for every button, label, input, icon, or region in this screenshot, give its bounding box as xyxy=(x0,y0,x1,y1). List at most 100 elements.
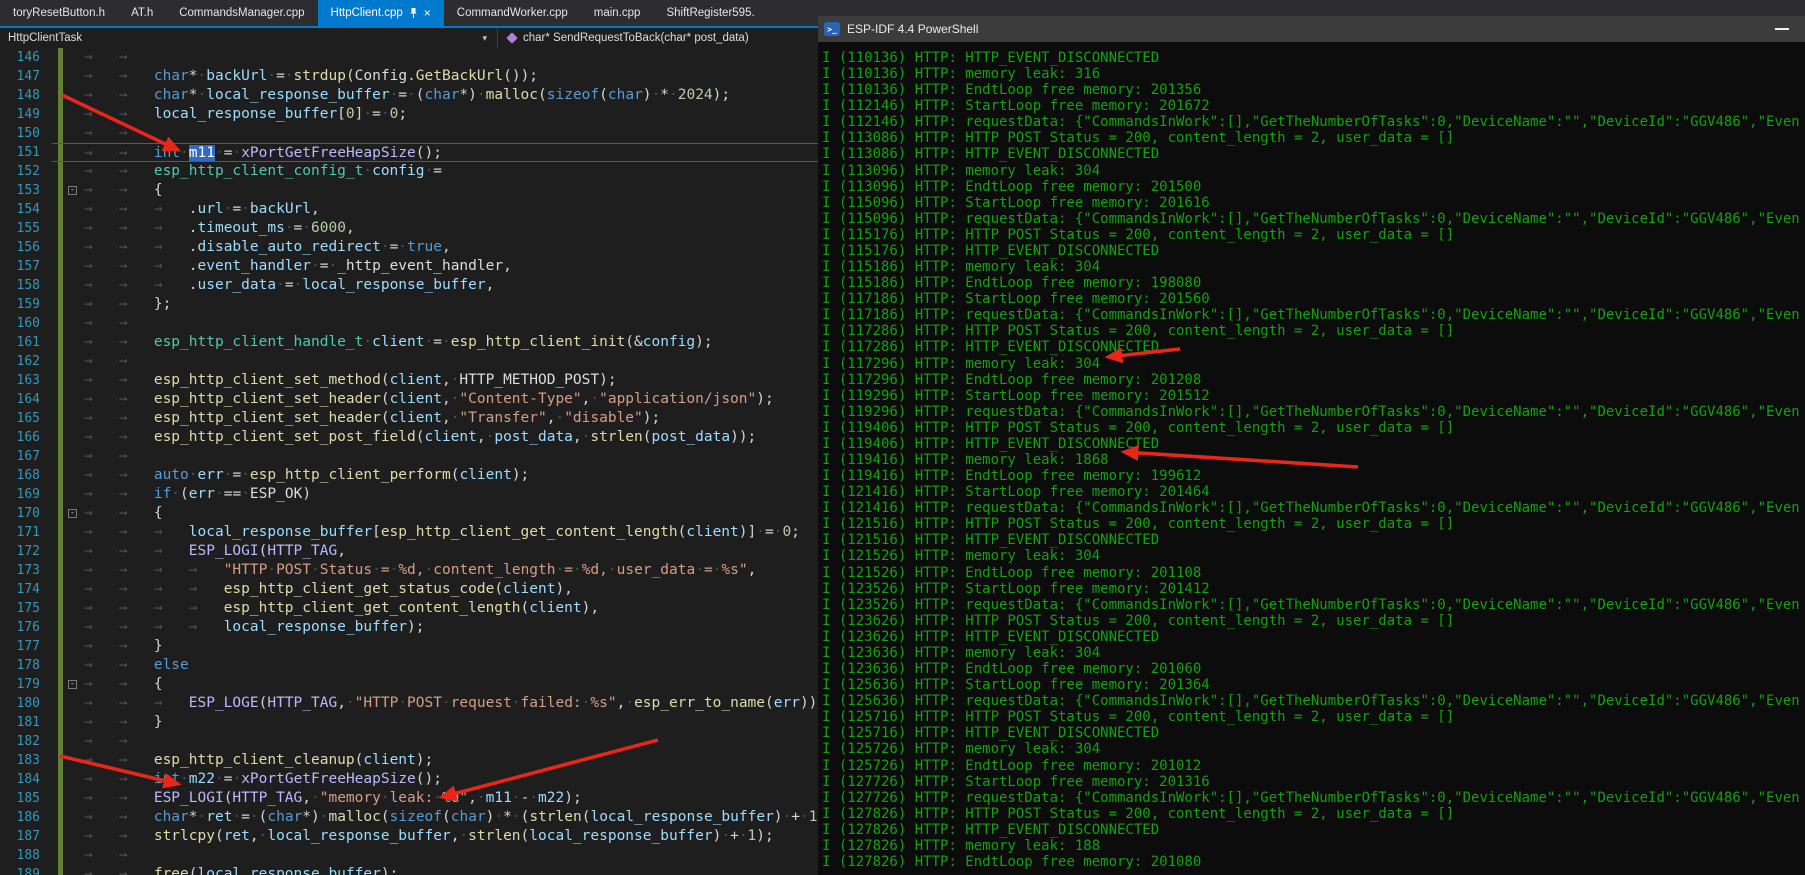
source-text: → → → .disable_auto_redirect·=·true, xyxy=(84,239,451,255)
line-body: → → esp_http_client_set_header(client,·"… xyxy=(52,409,818,428)
fold-collapse-icon[interactable]: - xyxy=(68,186,77,195)
change-bar xyxy=(58,789,63,808)
line-number: 161 xyxy=(16,335,40,350)
code-line-163: 163 → → esp_http_client_set_method(client… xyxy=(0,371,818,390)
source-text: → → → → "HTTP·POST·Status·=·%d,·content_… xyxy=(84,562,757,578)
tab-commandworker-cpp[interactable]: CommandWorker.cpp xyxy=(444,0,581,26)
fold-collapse-icon[interactable]: - xyxy=(68,680,77,689)
line-number: 183 xyxy=(16,753,40,768)
change-bar xyxy=(58,428,63,447)
code-line-162: 162 → → xyxy=(0,352,818,371)
change-bar xyxy=(58,219,63,238)
line-body: → → ESP_LOGI(HTTP_TAG,·"memory·leak:·%d"… xyxy=(52,789,818,808)
tab-at-h[interactable]: AT.h xyxy=(118,0,166,26)
change-bar xyxy=(58,580,63,599)
line-body: → → esp_http_client_config_t·config·= xyxy=(52,162,818,181)
close-icon[interactable]: × xyxy=(424,7,431,19)
terminal-log-line: I (127826) HTTP: EndtLoop free memory: 2… xyxy=(822,854,1202,870)
source-text: → → → .user_data·=·local_response_buffer… xyxy=(84,277,495,293)
source-text: → → strlcpy(ret,·local_response_buffer,·… xyxy=(84,828,774,844)
source-text: → → } xyxy=(84,638,163,654)
line-number: 153 xyxy=(16,183,40,198)
change-bar xyxy=(58,447,63,466)
source-text: → → int·m11·=·xPortGetFreeHeapSize(); xyxy=(84,145,442,161)
change-bar xyxy=(58,523,63,542)
terminal-log-line: I (123626) HTTP: HTTP_EVENT_DISCONNECTED xyxy=(822,628,1160,645)
change-bar xyxy=(58,751,63,770)
terminal-log-line: I (117286) HTTP: HTTP POST Status = 200,… xyxy=(822,323,1455,340)
terminal-log-line: I (125716) HTTP: HTTP POST Status = 200,… xyxy=(822,709,1455,726)
source-text: → → free(local_response_buffer); xyxy=(84,866,399,875)
terminal-log-line: I (119296) HTTP: StartLoop free memory: … xyxy=(822,387,1210,404)
line-body: → → esp_http_client_set_method(client,·H… xyxy=(52,371,818,390)
terminal-log-line: I (125716) HTTP: HTTP_EVENT_DISCONNECTED xyxy=(822,725,1160,742)
source-text: → → xyxy=(84,49,154,65)
code-area[interactable]: 146 → → 147 → → char*·backUrl·=·strdup(Con… xyxy=(0,48,818,875)
scope-dropdown[interactable]: HttpClientTask ▾ xyxy=(0,28,497,48)
tab-commandsmanager-cpp[interactable]: CommandsManager.cpp xyxy=(166,0,317,26)
change-bar xyxy=(58,675,63,694)
terminal-log-line: I (113096) HTTP: memory leak: 304 xyxy=(822,162,1101,179)
code-line-172: 172 → → → ESP_LOGI(HTTP_TAG, xyxy=(0,542,818,561)
terminal-log-line: I (123526) HTTP: requestData: {"Commands… xyxy=(822,596,1800,613)
line-number: 179 xyxy=(16,677,40,692)
tab-toryresetbutton-h[interactable]: toryResetButton.h xyxy=(0,0,118,26)
source-text: → → esp_http_client_set_method(client,·H… xyxy=(84,372,617,388)
line-number: 173 xyxy=(16,563,40,578)
terminal-log-line: I (121416) HTTP: StartLoop free memory: … xyxy=(822,484,1210,501)
line-body: → → → .event_handler·=·_http_event_handl… xyxy=(52,257,818,276)
terminal-log-line: I (119416) HTTP: EndtLoop free memory: 1… xyxy=(822,468,1202,485)
tab-shiftregister595-[interactable]: ShiftRegister595. xyxy=(653,0,767,26)
line-body: → → }; xyxy=(52,295,818,314)
line-number: 149 xyxy=(16,107,40,122)
line-number: 176 xyxy=(16,620,40,635)
tab-main-cpp[interactable]: main.cpp xyxy=(581,0,654,26)
source-text: → → xyxy=(84,448,154,464)
tab-label: main.cpp xyxy=(593,7,641,19)
source-text: → → ESP_LOGI(HTTP_TAG,·"memory·leak:·%d"… xyxy=(84,790,582,806)
minimize-icon[interactable] xyxy=(1775,28,1789,30)
change-bar xyxy=(58,846,63,865)
code-line-161: 161 → → esp_http_client_handle_t·client·=… xyxy=(0,333,818,352)
tab-httpclient-cpp[interactable]: HttpClient.cpp × xyxy=(317,0,444,26)
terminal-log-line: I (115176) HTTP: HTTP POST Status = 200,… xyxy=(822,226,1455,243)
code-line-154: 154 → → → .url·=·backUrl, xyxy=(0,200,818,219)
source-text: → → xyxy=(84,125,154,141)
line-body: → → → .url·=·backUrl, xyxy=(52,200,818,219)
line-number: 175 xyxy=(16,601,40,616)
line-body: → → → ESP_LOGE(HTTP_TAG,·"HTTP·POST·requ… xyxy=(52,694,818,713)
member-dropdown[interactable]: char* SendRequestToBack(char* post_data) xyxy=(498,28,749,48)
line-number: 188 xyxy=(16,848,40,863)
line-body: - → → { xyxy=(52,675,818,694)
change-bar xyxy=(58,599,63,618)
change-bar xyxy=(58,542,63,561)
line-number: 146 xyxy=(16,50,40,65)
line-body: → → xyxy=(52,447,818,466)
line-body: - → → { xyxy=(52,181,818,200)
terminal-log-line: I (115186) HTTP: memory leak: 304 xyxy=(822,259,1101,276)
line-body: → → auto·err·=·esp_http_client_perform(c… xyxy=(52,466,818,485)
code-line-173: 173 → → → → "HTTP·POST·Status·=·%d,·conte… xyxy=(0,561,818,580)
line-body: → → xyxy=(52,48,818,67)
terminal-log-line: I (125636) HTTP: requestData: {"Commands… xyxy=(822,693,1800,710)
line-number: 165 xyxy=(16,411,40,426)
terminal-log-line: I (119406) HTTP: HTTP POST Status = 200,… xyxy=(822,419,1455,436)
source-text: → → }; xyxy=(84,296,172,312)
line-number: 168 xyxy=(16,468,40,483)
line-number: 166 xyxy=(16,430,40,445)
source-text: → → xyxy=(84,847,154,863)
line-number: 164 xyxy=(16,392,40,407)
terminal-title-bar[interactable]: >_ ESP-IDF 4.4 PowerShell xyxy=(818,16,1805,42)
code-line-147: 147 → → char*·backUrl·=·strdup(Config.Get… xyxy=(0,67,818,86)
change-bar xyxy=(58,371,63,390)
pin-icon[interactable] xyxy=(409,7,418,19)
fold-collapse-icon[interactable]: - xyxy=(68,509,77,518)
powershell-window[interactable]: >_ ESP-IDF 4.4 PowerShell I (110136) HTT… xyxy=(818,16,1805,875)
line-body: → → → .timeout_ms·=·6000, xyxy=(52,219,818,238)
change-bar xyxy=(58,409,63,428)
code-line-156: 156 → → → .disable_auto_redirect·=·true, xyxy=(0,238,818,257)
terminal-log-line: I (119406) HTTP: HTTP_EVENT_DISCONNECTED xyxy=(822,435,1160,452)
source-text: → → { xyxy=(84,505,163,521)
change-bar xyxy=(58,732,63,751)
code-line-174: 174 → → → → esp_http_client_get_status_co… xyxy=(0,580,818,599)
